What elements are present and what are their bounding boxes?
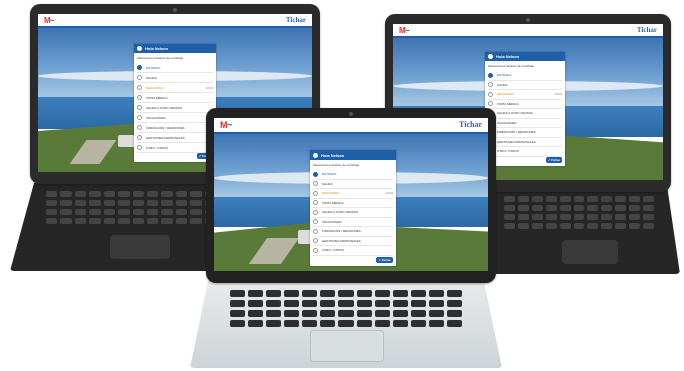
panel-title: Hola Nelson (496, 54, 520, 59)
list-item[interactable]: GESTIONES PERSONALES (488, 138, 562, 147)
list-item[interactable]: SALIDA A OTRO CENTRO (488, 109, 562, 119)
list-item[interactable]: FORMACIÓN / REUNIONES (313, 227, 393, 237)
keyboard-center (230, 290, 462, 327)
fichaje-panel: Hola Nelson Selecciona el destino de su … (485, 52, 565, 166)
list-item[interactable]: ENTRADA (488, 71, 562, 81)
radio-icon[interactable] (313, 181, 318, 187)
check-icon: ✓ (547, 158, 551, 162)
panel-subtitle: Selecciona el destino de su fichaje (313, 163, 360, 167)
fichaje-panel: Hola Nelson Selecciona el destino de su … (134, 44, 216, 162)
list-item[interactable]: GESTIONES PERSONALES (313, 237, 393, 246)
destino-list: ENTRADA SALIDA DESCANSO 10:00 VISITA MÉDI… (134, 63, 216, 153)
list-item[interactable]: SALIDA A OTRO CENTRO (137, 103, 213, 113)
radio-icon[interactable] (137, 115, 142, 120)
panel-subtitle: Selecciona el destino de su fichaje (488, 64, 535, 68)
list-item[interactable]: OTRO / OTROS (313, 246, 393, 256)
app-topbar: M~ Tichar (38, 14, 312, 28)
list-item[interactable]: SALIDA (137, 73, 213, 83)
list-item[interactable]: OTRO / OTROS (137, 143, 213, 153)
radio-icon[interactable] (313, 190, 318, 196)
m-icon: ~ (50, 16, 55, 25)
app-topbar: M~ Tichar (214, 118, 488, 134)
radio-icon[interactable] (137, 95, 142, 100)
radio-icon[interactable] (313, 238, 318, 244)
panel-header: Hola Nelson (310, 150, 396, 160)
list-item[interactable]: FORMACIÓN / REUNIONES (137, 123, 213, 133)
list-item[interactable]: VACACIONES (488, 119, 562, 128)
radio-icon[interactable] (137, 75, 142, 80)
keyboard-base-right (470, 188, 680, 274)
brand-logo-left: M~ (44, 16, 55, 25)
panel-subtitle: Selecciona el destino de su fichaje (137, 56, 184, 60)
check-icon: ✓ (378, 258, 381, 262)
m-icon: ~ (405, 26, 410, 35)
radio-icon[interactable] (313, 247, 318, 253)
list-item[interactable]: ENTRADA (313, 170, 393, 180)
radio-icon[interactable] (137, 125, 142, 130)
webcam-right (526, 18, 530, 22)
radio-icon[interactable] (488, 101, 493, 107)
user-icon (137, 46, 142, 51)
brand-logo-right: Tichar (459, 120, 482, 129)
user-icon (313, 152, 318, 158)
list-item[interactable]: SALIDA (313, 180, 393, 189)
radio-icon[interactable] (488, 82, 493, 88)
panel-header: Hola Nelson (134, 44, 216, 53)
radio-icon[interactable] (137, 145, 142, 150)
radio-icon[interactable] (488, 72, 493, 78)
list-item[interactable]: DESCANSO 10:00 (313, 189, 393, 199)
radio-icon[interactable] (488, 91, 493, 97)
radio-icon[interactable] (313, 219, 318, 225)
list-item[interactable]: VISITA MÉDICA (313, 199, 393, 208)
radio-icon[interactable] (137, 65, 142, 70)
list-item[interactable]: VACACIONES (137, 113, 213, 123)
keyboard-base-center (190, 278, 502, 368)
radio-icon[interactable] (313, 228, 318, 234)
keyboard-left (46, 191, 216, 224)
destino-list: ENTRADA SALIDA DESCANSO 10:00 VISITA MÉDI… (485, 71, 565, 157)
panel-header: Hola Nelson (485, 52, 565, 61)
brand-logo-right: Tichar (285, 16, 306, 24)
list-item[interactable]: OTRO / OTROS (488, 147, 562, 157)
list-item[interactable]: DESCANSO 10:00 (137, 83, 213, 93)
radio-icon[interactable] (313, 171, 318, 177)
webcam-left (173, 8, 177, 12)
check-icon: ✓ (198, 154, 202, 158)
brand-logo-right: Tichar (636, 26, 657, 34)
radio-icon[interactable] (137, 135, 142, 140)
trackpad-center (310, 330, 384, 362)
radio-icon[interactable] (137, 85, 142, 90)
radio-icon[interactable] (313, 209, 318, 215)
destino-list: ENTRADA SALIDA DESCANSO 10:00 VISITA MÉDI… (310, 170, 396, 256)
user-icon (488, 54, 493, 59)
radio-icon[interactable] (313, 200, 318, 206)
list-item[interactable]: SALIDA (488, 81, 562, 90)
m-icon: ~ (227, 120, 232, 130)
list-item[interactable]: SALIDA A OTRO CENTRO (313, 208, 393, 218)
list-item[interactable]: VISITA MÉDICA (488, 100, 562, 109)
trackpad-right (562, 240, 618, 264)
panel-title: Hola Nelson (145, 46, 169, 51)
radio-icon[interactable] (137, 105, 142, 110)
app-topbar: M~ Tichar (393, 24, 663, 38)
keyboard-right (504, 196, 654, 229)
trackpad-left (110, 235, 170, 259)
list-item[interactable]: FORMACIÓN / REUNIONES (488, 128, 562, 138)
list-item[interactable]: VACACIONES (313, 218, 393, 227)
fichar-button[interactable]: ✓ Fichar (376, 257, 393, 263)
webcam-center (349, 112, 353, 116)
fichar-button[interactable]: ✓ Fichar (546, 157, 562, 163)
panel-title: Hola Nelson (321, 152, 345, 158)
brand-logo-left: M~ (220, 120, 232, 130)
lid-center: M~ Tichar Hola Nelson Selecciona el dest… (206, 108, 496, 283)
fichaje-panel: Hola Nelson Selecciona el destino de su … (310, 150, 396, 266)
list-item[interactable]: DESCANSO 10:00 (488, 90, 562, 100)
list-item[interactable]: VISITA MÉDICA (137, 93, 213, 103)
screen-center: M~ Tichar Hola Nelson Selecciona el dest… (214, 118, 488, 271)
list-item[interactable]: ENTRADA (137, 63, 213, 73)
list-item[interactable]: GESTIONES PERSONALES (137, 133, 213, 143)
brand-logo-left: M~ (399, 26, 410, 35)
